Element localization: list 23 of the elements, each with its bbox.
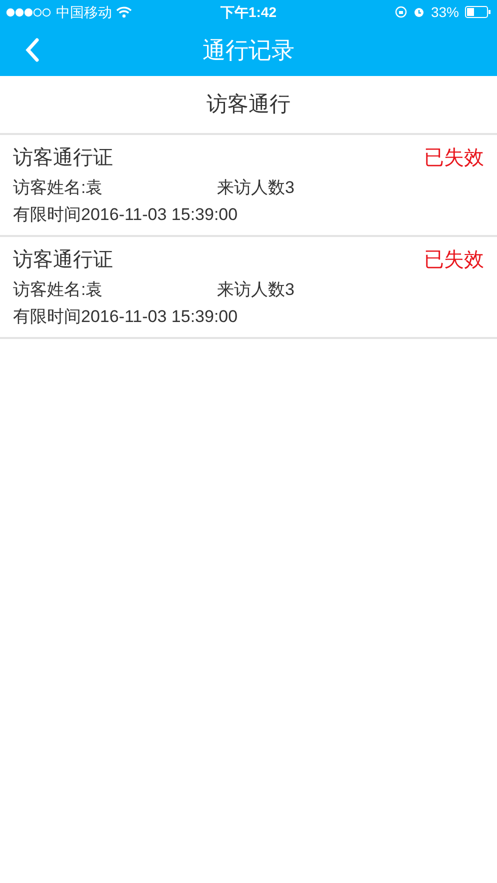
valid-time: 有限时间2016-11-03 15:39:00: [13, 306, 238, 326]
record-title: 访客通行证: [13, 248, 113, 273]
record-title: 访客通行证: [13, 146, 113, 171]
status-label: 已失效: [424, 248, 484, 273]
visitor-name: 访客姓名:袁: [13, 177, 104, 199]
wifi-icon: [116, 6, 132, 18]
clock: 下午1:42: [220, 2, 277, 22]
battery-percent: 33%: [430, 2, 459, 22]
battery-icon: [465, 6, 491, 18]
status-label: 已失效: [424, 146, 484, 171]
visitor-count: 来访人数3: [217, 279, 294, 301]
alarm-icon: [412, 6, 425, 18]
pass-record[interactable]: 访客通行证 已失效 访客姓名:袁 来访人数3 有限时间2016-11-03 15:39:00: [0, 135, 497, 237]
section-title: 访客通行: [206, 92, 290, 118]
visitor-count: 来访人数3: [217, 177, 294, 199]
valid-time: 有限时间2016-11-03 15:39:00: [13, 204, 238, 224]
pass-record[interactable]: 访客通行证 已失效 访客姓名:袁 来访人数3 有限时间2016-11-03 15:39:00: [0, 237, 497, 339]
carrier-name: 中国移动: [56, 2, 112, 22]
rotation-lock-icon: [394, 6, 407, 18]
page-title: 通行记录: [202, 36, 294, 65]
signal-icon: [6, 8, 52, 16]
visitor-name: 访客姓名:袁: [13, 279, 104, 301]
back-icon: [25, 38, 39, 62]
